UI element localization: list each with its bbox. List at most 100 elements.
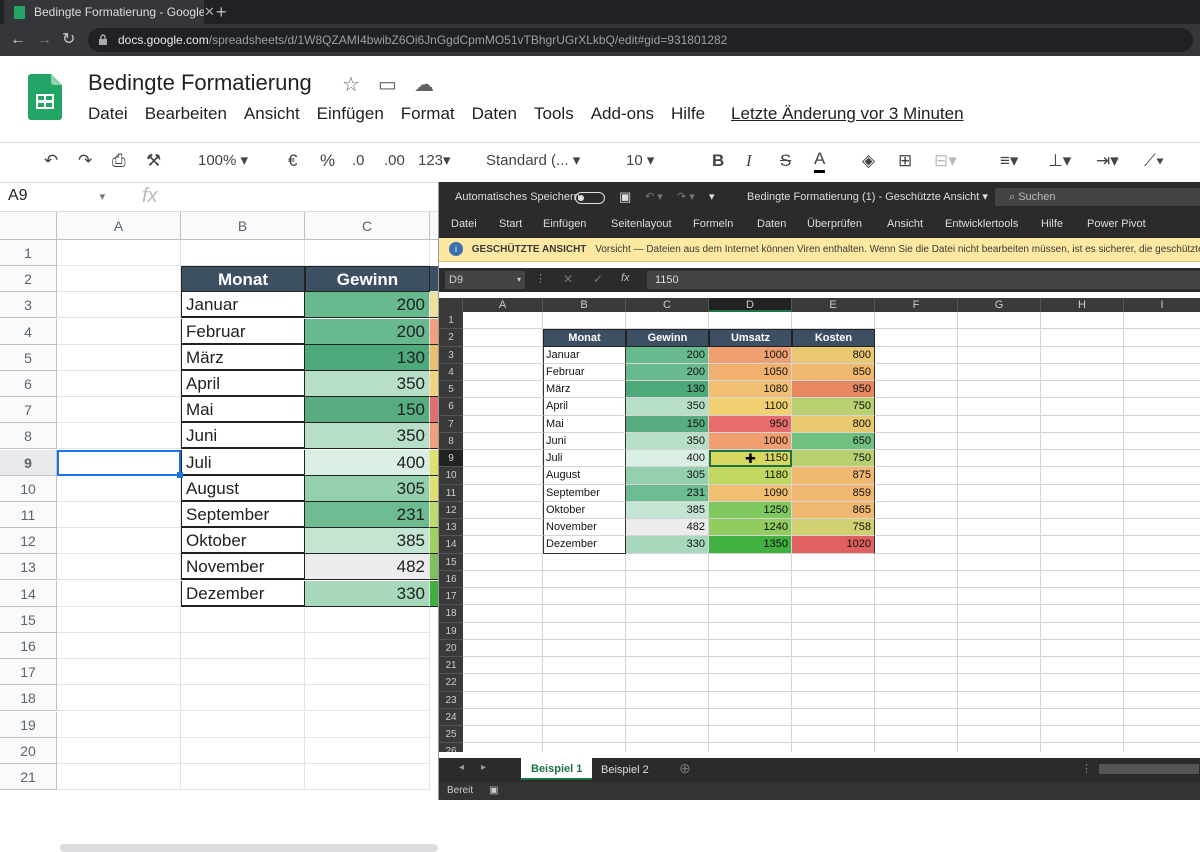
excel-column-header-c[interactable]: C xyxy=(626,298,709,312)
cell-b21[interactable] xyxy=(181,764,305,790)
menu-daten[interactable]: Daten xyxy=(472,104,517,126)
paint-format-icon[interactable]: ⚒ xyxy=(146,148,161,174)
costs-cell[interactable]: 1020 xyxy=(792,536,875,554)
redo-icon[interactable]: ↷ ▾ xyxy=(677,182,695,212)
excel-cell[interactable] xyxy=(1124,381,1200,399)
excel-cell[interactable] xyxy=(1041,398,1124,416)
excel-cell[interactable] xyxy=(1041,708,1124,726)
excel-cell[interactable] xyxy=(875,743,958,752)
excel-cell[interactable] xyxy=(1041,570,1124,588)
month-cell[interactable]: August xyxy=(543,467,626,485)
excel-cell[interactable] xyxy=(875,657,958,675)
excel-cell[interactable] xyxy=(875,674,958,692)
percent-button[interactable]: % xyxy=(320,148,335,174)
scroll-sheets-left-icon[interactable]: ◂ xyxy=(459,762,464,773)
customize-toolbar-icon[interactable]: ▾ xyxy=(709,182,715,212)
borders-icon[interactable]: ⊞ xyxy=(898,148,912,174)
excel-cell[interactable] xyxy=(875,639,958,657)
revenue-cell[interactable]: 1350 xyxy=(709,536,792,554)
excel-row-header-2[interactable]: 2 xyxy=(439,329,463,347)
cancel-icon[interactable]: ✕ xyxy=(563,272,573,286)
excel-row-header-6[interactable]: 6 xyxy=(439,398,463,416)
excel-cell[interactable] xyxy=(463,605,543,623)
excel-cell[interactable] xyxy=(626,570,709,588)
excel-cell[interactable] xyxy=(792,691,875,709)
profit-cell[interactable]: 305 xyxy=(626,467,709,485)
excel-cell[interactable] xyxy=(463,381,543,399)
excel-cell[interactable] xyxy=(1041,501,1124,519)
star-icon[interactable]: ☆ xyxy=(342,72,360,97)
row-header-9[interactable]: 9 xyxy=(0,449,57,476)
new-tab-icon[interactable]: + xyxy=(216,0,227,24)
document-title[interactable]: Bedingte Formatierung xyxy=(88,70,312,96)
excel-cell[interactable] xyxy=(792,674,875,692)
excel-cell[interactable] xyxy=(463,329,543,347)
cell-c1[interactable] xyxy=(305,240,430,266)
excel-name-box[interactable]: D9 ▾ xyxy=(445,271,525,289)
revenue-cell[interactable]: 950 xyxy=(709,415,792,433)
excel-cell[interactable] xyxy=(1124,674,1200,692)
menu-tools[interactable]: Tools xyxy=(534,104,574,126)
add-sheet-icon[interactable]: ⊕ xyxy=(679,760,691,777)
profit-cell[interactable]: 350 xyxy=(626,432,709,450)
column-header-c[interactable]: C xyxy=(305,212,430,240)
revenue-cell[interactable]: 1090 xyxy=(709,484,792,502)
excel-cell[interactable] xyxy=(543,639,626,657)
excel-cell[interactable] xyxy=(958,363,1041,381)
month-cell[interactable]: Oktober xyxy=(181,528,305,555)
sheet-tab-beispiel-1[interactable]: Beispiel 1 xyxy=(521,758,593,780)
revenue-cell[interactable]: 1250 xyxy=(709,501,792,519)
cell-b19[interactable] xyxy=(181,711,305,738)
bold-button[interactable]: B xyxy=(712,148,724,174)
excel-cell[interactable] xyxy=(1041,467,1124,485)
profit-cell[interactable]: 130 xyxy=(626,381,709,399)
excel-row-header-11[interactable]: 11 xyxy=(439,484,463,502)
excel-cell[interactable] xyxy=(792,588,875,606)
excel-row-header-13[interactable]: 13 xyxy=(439,519,463,537)
excel-column-header-e[interactable]: E xyxy=(792,298,875,312)
excel-cell[interactable] xyxy=(1124,623,1200,640)
month-cell[interactable]: Januar xyxy=(543,346,626,364)
month-cell[interactable]: Juni xyxy=(181,423,305,450)
cell-a1[interactable] xyxy=(57,240,181,266)
month-cell[interactable]: Dezember xyxy=(543,536,626,554)
excel-cell[interactable] xyxy=(543,312,626,330)
profit-cell[interactable]: 200 xyxy=(305,292,430,319)
excel-cell[interactable] xyxy=(1124,398,1200,416)
more-formats-button[interactable]: 123▾ xyxy=(418,148,451,174)
profit-cell[interactable]: 150 xyxy=(305,397,430,424)
sheet-tab-beispiel-2[interactable]: Beispiel 2 xyxy=(601,758,649,782)
month-cell[interactable]: Juli xyxy=(543,450,626,468)
excel-cell[interactable] xyxy=(1124,347,1200,364)
excel-cell[interactable] xyxy=(626,312,709,330)
url-input[interactable]: docs.google.com/spreadsheets/d/1W8QZAMI4… xyxy=(88,28,1193,52)
profit-cell[interactable]: 231 xyxy=(626,484,709,502)
excel-cell[interactable] xyxy=(543,691,626,709)
row-header-12[interactable]: 12 xyxy=(0,528,57,555)
cell-c20[interactable] xyxy=(305,737,430,764)
excel-cell[interactable] xyxy=(958,484,1041,502)
costs-cell[interactable]: 750 xyxy=(792,398,875,416)
excel-cell[interactable] xyxy=(709,657,792,675)
profit-cell[interactable]: 200 xyxy=(626,346,709,364)
excel-cell[interactable] xyxy=(875,588,958,606)
profit-cell[interactable]: 400 xyxy=(305,449,430,476)
cell-a15[interactable] xyxy=(57,606,181,633)
ribbon-tab-datei[interactable]: Datei xyxy=(451,218,477,230)
excel-cell[interactable] xyxy=(875,691,958,709)
undo-icon[interactable]: ↶ ▾ xyxy=(645,182,663,212)
excel-cell[interactable] xyxy=(463,691,543,709)
excel-cell[interactable] xyxy=(958,467,1041,485)
excel-row-header-18[interactable]: 18 xyxy=(439,605,463,623)
excel-cell[interactable] xyxy=(709,553,792,571)
print-icon[interactable]: ⎙ xyxy=(112,148,126,174)
excel-cell[interactable] xyxy=(1124,726,1200,744)
excel-cell[interactable] xyxy=(875,726,958,744)
cell-b18[interactable] xyxy=(181,685,305,712)
excel-cell[interactable] xyxy=(1124,364,1200,381)
excel-column-header-f[interactable]: F xyxy=(875,298,958,312)
ribbon-tab-formeln[interactable]: Formeln xyxy=(693,218,733,230)
profit-cell[interactable]: 200 xyxy=(305,318,430,345)
excel-cell[interactable] xyxy=(626,605,709,623)
excel-cell[interactable] xyxy=(958,708,1041,726)
